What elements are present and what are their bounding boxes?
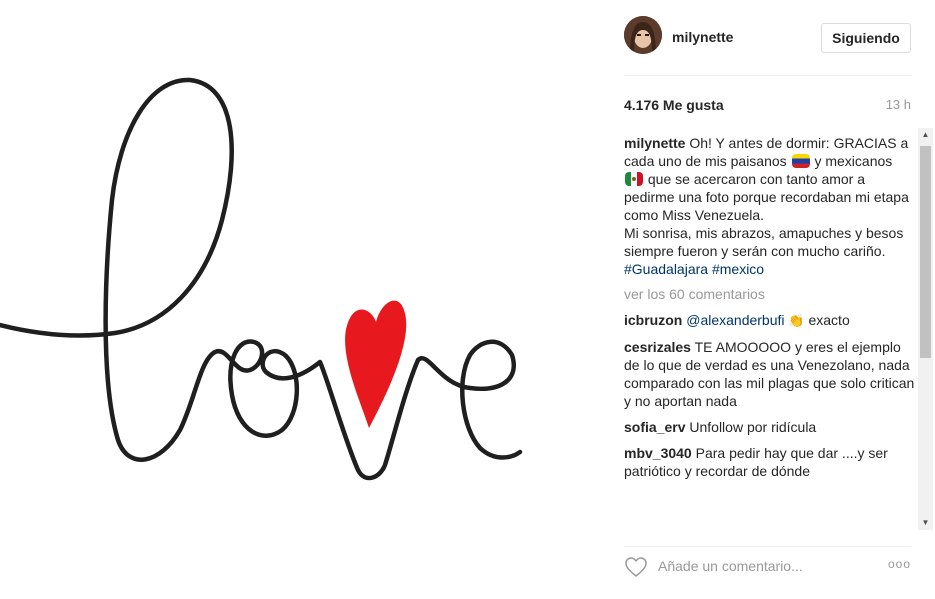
clapping-hands-icon: 👏	[788, 313, 805, 328]
add-comment-input[interactable]	[658, 555, 873, 577]
post-image[interactable]	[0, 0, 600, 599]
caption-text-3: que se acercaron con tanto amor a pedirm…	[624, 171, 909, 223]
comments-scrollbar[interactable]: ▲ ▼	[918, 128, 933, 530]
caption-username[interactable]: milynette	[624, 135, 685, 151]
red-heart	[345, 300, 407, 428]
comment-item: mbv_3040 Para pedir hay que dar ....y se…	[624, 444, 916, 480]
hashtag-mexico[interactable]: #mexico	[712, 261, 764, 277]
comment-item: cesrizales TE AMOOOOO y eres el ejemplo …	[624, 338, 916, 410]
post-header: milynette Siguiendo	[624, 16, 911, 60]
comment-username[interactable]: icbruzon	[624, 312, 682, 328]
following-button[interactable]: Siguiendo	[821, 23, 911, 53]
comment-mention[interactable]: @alexanderbufi	[686, 312, 784, 328]
comment-bar: ooo	[624, 553, 911, 581]
post-time[interactable]: 13 h	[886, 97, 911, 112]
scrollbar-thumb[interactable]	[920, 146, 931, 358]
comment-username[interactable]: cesrizales	[624, 339, 691, 355]
likes-count[interactable]: 4.176 Me gusta	[624, 97, 724, 113]
scroll-up-arrow-icon[interactable]: ▲	[918, 128, 933, 142]
caption: milynette Oh! Y antes de dormir: GRACIAS…	[624, 134, 916, 278]
like-heart-icon[interactable]	[624, 555, 648, 579]
caption-text-4: Mi sonrisa, mis abrazos, amapuches y bes…	[624, 225, 904, 259]
comment-item: icbruzon @alexanderbufi 👏 exacto	[624, 311, 916, 330]
avatar[interactable]	[624, 16, 662, 54]
love-script-stroke	[0, 77, 523, 481]
comment-username[interactable]: mbv_3040	[624, 445, 692, 461]
hashtag-guadalajara[interactable]: #Guadalajara	[624, 261, 708, 277]
comment-item: sofia_erv Unfollow por ridícula	[624, 418, 916, 436]
header-username[interactable]: milynette	[672, 29, 733, 45]
scroll-down-arrow-icon[interactable]: ▼	[918, 516, 933, 530]
view-more-comments[interactable]: ver los 60 comentarios	[624, 285, 916, 303]
mexico-flag-emoji	[625, 172, 643, 186]
love-lettering-artwork	[0, 77, 523, 481]
footer-divider	[624, 546, 911, 547]
comment-text: Unfollow por ridícula	[689, 419, 817, 435]
comments-list: milynette Oh! Y antes de dormir: GRACIAS…	[624, 128, 916, 530]
profile-photo	[624, 16, 662, 54]
header-divider	[624, 75, 911, 76]
comment-username[interactable]: sofia_erv	[624, 419, 685, 435]
more-options-icon[interactable]: ooo	[887, 557, 911, 573]
venezuela-flag-emoji	[791, 154, 810, 168]
caption-text-2: y mexicanos	[814, 153, 893, 169]
comment-text: exacto	[808, 312, 850, 328]
